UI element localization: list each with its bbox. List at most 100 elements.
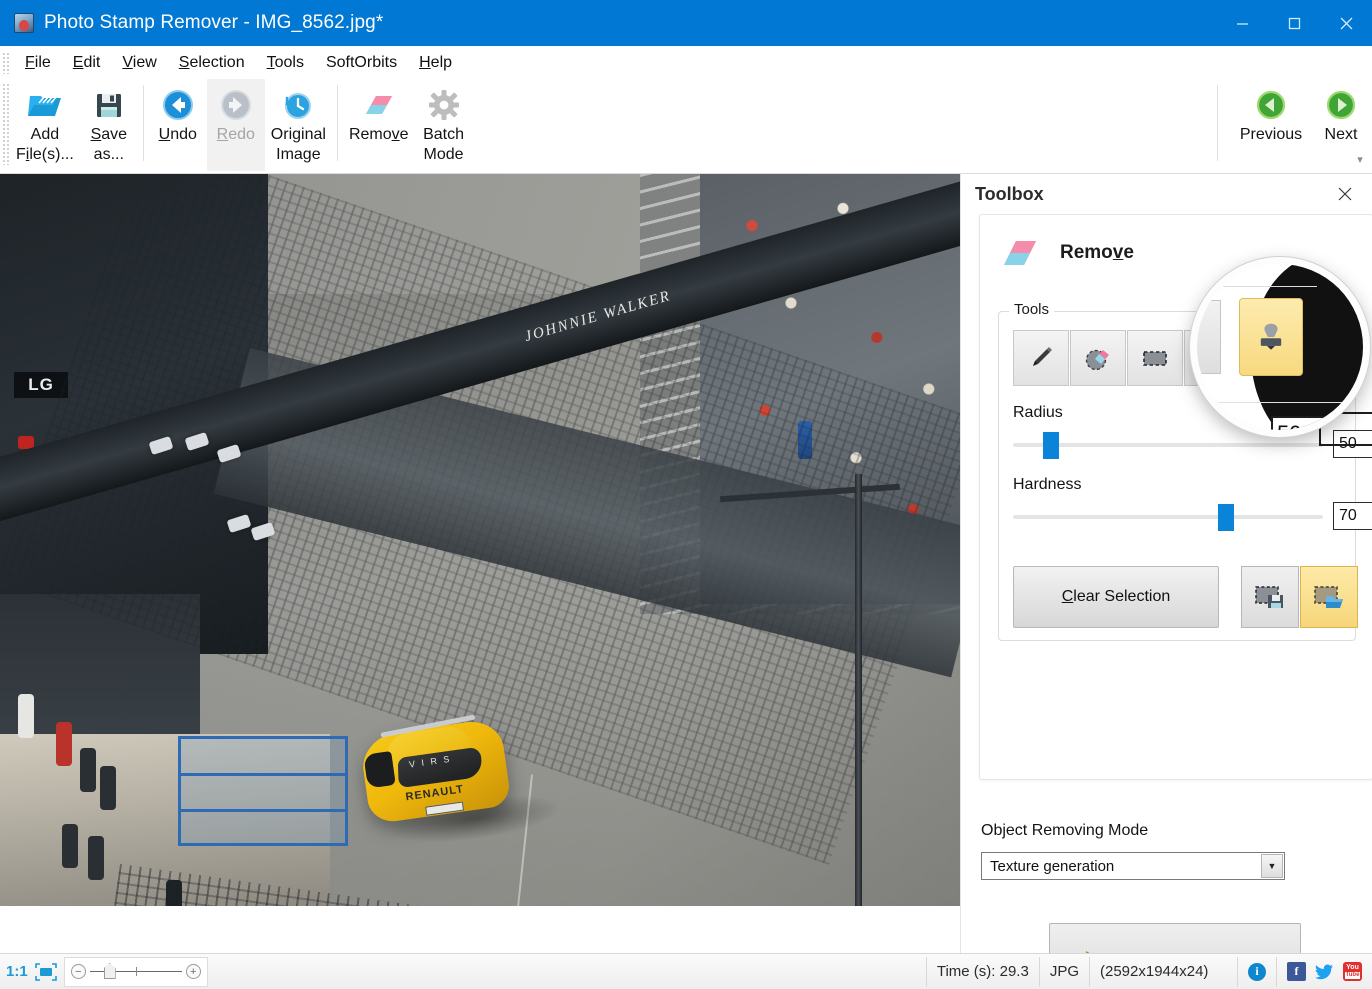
zoom-slider-tick [135,967,137,976]
chevron-down-icon[interactable]: ▼ [1261,854,1283,878]
ribbon-expander-icon[interactable]: ▾ [1352,153,1368,167]
app-icon [14,13,34,33]
redo-arrow-icon [219,85,253,125]
toolbox-header: Toolbox [961,174,1372,214]
file-group: Add File(s)... Save as... [10,79,138,174]
marker-tool-button[interactable] [1013,330,1069,386]
image-canvas[interactable]: LG JOHNNIE WALKER TAGHeuer [0,174,960,906]
youtube-tube-text: Tube [1344,972,1361,979]
ribbon-toolbar: Add File(s)... Save as... Undo Redo Orig… [0,79,1372,174]
toolbar-separator-2 [336,85,338,161]
radius-slider-track [1013,443,1323,447]
social-links: f You Tube [1277,962,1372,981]
undo-label: Undo [158,126,197,143]
hardness-slider[interactable] [1013,504,1323,531]
minimize-button[interactable] [1216,0,1268,46]
clear-selection-button[interactable]: Clear Selection [1013,566,1219,628]
object-removing-mode-label: Object Removing Mode [981,822,1149,839]
tools-legend: Tools [1009,301,1055,318]
title-bar: Photo Stamp Remover - IMG_8562.jpg* [0,0,1372,46]
zoom-slider-control[interactable]: − + [63,956,208,987]
redo-label: Redo [216,126,255,143]
zoom-in-button[interactable]: + [185,964,201,979]
menu-item-view[interactable]: View [111,50,167,76]
ribbon-grip-handle[interactable] [2,83,10,165]
save-as-button[interactable]: Save as... [80,79,138,171]
pit-crew-person [80,748,96,792]
zoom-ratio-label[interactable]: 1:1 [0,963,34,980]
redo-button[interactable]: Redo [206,79,265,171]
radius-slider-thumb[interactable] [1043,432,1059,459]
undo-button[interactable]: Undo [149,79,207,171]
facebook-icon[interactable]: f [1287,962,1306,981]
original-image-button[interactable]: Original Image [265,79,332,171]
maximize-button[interactable] [1268,0,1320,46]
hardness-slider-track [1013,515,1323,519]
hardness-slider-thumb[interactable] [1218,504,1234,531]
magnifier-stamp-tool-button[interactable] [1239,298,1303,376]
close-button[interactable] [1320,0,1372,46]
history-group: Undo Redo Original Image [149,79,332,174]
eraser-icon [998,233,1042,273]
yellow-race-car: V I R S RENAULT [350,699,520,839]
toolbar-separator-1 [142,85,144,161]
radius-slider[interactable] [1013,432,1323,459]
status-bar: 1:1 − + Time (s): 29.3 JPG (2592x1944x24… [0,953,1372,989]
menu-item-file[interactable]: FFileile [14,50,62,76]
next-label: Next [1324,126,1358,143]
navigation-group: Previous Next [1212,79,1372,174]
rectangle-selection-tool-button[interactable] [1127,330,1183,386]
zoom-out-button[interactable]: − [70,964,86,979]
fit-to-selection-icon[interactable] [34,962,58,982]
window-controls [1216,0,1372,46]
twitter-icon[interactable] [1315,962,1334,981]
previous-button[interactable]: Previous [1232,79,1310,171]
add-files-label: Add File(s)... [16,126,74,163]
batch-mode-label: Batch Mode [423,126,464,163]
add-files-button[interactable]: Add File(s)... [10,79,80,171]
zoom-slider-thumb[interactable] [103,963,116,979]
toolbox-close-icon[interactable] [1332,181,1358,207]
radius-label: Radius [1013,404,1063,421]
toolbox-title: Toolbox [975,183,1044,204]
open-folder-icon [25,85,65,125]
menu-item-edit[interactable]: Edit [62,50,112,76]
menu-item-help[interactable]: Help [408,50,463,76]
car-side-panel [363,751,396,789]
batch-mode-button[interactable]: Batch Mode [415,79,473,171]
info-icon[interactable]: i [1248,962,1266,981]
hardness-value-input[interactable]: 70 [1333,502,1372,530]
zoom-slider-track[interactable] [89,963,182,979]
pit-crew-person [88,836,104,880]
eraser-icon [360,85,398,125]
object-removing-mode-select[interactable]: Texture generation ▼ [981,852,1285,880]
save-selection-button[interactable] [1241,566,1299,628]
menu-item-softorbits[interactable]: SoftOrbits [315,50,408,76]
gear-icon [428,85,460,125]
photo-content: LG JOHNNIE WALKER TAGHeuer [0,174,960,906]
menu-item-selection[interactable]: Selection [168,50,256,76]
green-left-arrow-icon [1255,85,1287,125]
save-as-label: Save as... [90,126,128,163]
load-selection-button[interactable] [1300,566,1358,628]
window-title: Photo Stamp Remover - IMG_8562.jpg* [44,12,384,33]
actions-group: Remove Batch Mode [343,79,473,174]
eraser-tool-button[interactable] [1070,330,1126,386]
track-light-cluster [140,429,276,549]
toolbar-separator-3 [1217,85,1218,161]
pit-crew-person [56,722,72,766]
menu-item-tools[interactable]: Tools [256,50,315,76]
info-cell[interactable]: i [1238,956,1277,987]
floppy-disk-icon [94,85,124,125]
previous-label: Previous [1239,126,1303,143]
light-pole [855,474,862,906]
menu-grip-handle[interactable] [2,51,10,74]
remove-toolbar-button[interactable]: Remove [343,79,415,171]
format-status: JPG [1040,956,1090,987]
time-status: Time (s): 29.3 [925,956,1040,987]
clock-history-icon [282,85,314,125]
youtube-icon[interactable]: You Tube [1343,962,1362,981]
green-right-arrow-icon [1325,85,1357,125]
pit-crew-person [62,824,78,868]
original-image-label: Original Image [270,126,326,163]
